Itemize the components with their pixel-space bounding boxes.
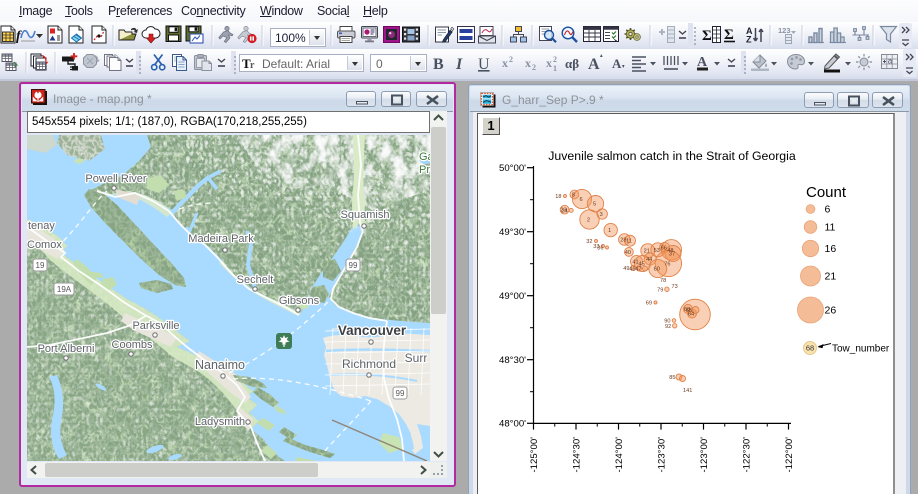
svg-text:x: x: [525, 56, 531, 70]
svg-text:2: 2: [553, 55, 557, 64]
svg-text:78: 78: [660, 278, 666, 284]
svg-text:47: 47: [635, 267, 641, 273]
svg-text:Port Alberni: Port Alberni: [38, 343, 95, 355]
svg-text:Pro: Pro: [419, 164, 430, 176]
svg-text:Gibsons: Gibsons: [279, 295, 320, 307]
svg-text:-124°30': -124°30': [571, 437, 582, 473]
svg-text:53: 53: [654, 248, 660, 254]
svg-text:Powell River: Powell River: [85, 173, 146, 185]
svg-text:-124°00': -124°00': [614, 437, 625, 473]
svg-text:Parksville: Parksville: [132, 320, 179, 332]
svg-text:Ga: Ga: [419, 151, 430, 163]
svg-text:Vancouver: Vancouver: [338, 323, 407, 338]
svg-text:48°00': 48°00': [499, 419, 526, 430]
svg-text:Sechelt: Sechelt: [237, 274, 274, 286]
svg-text:Coombs: Coombs: [112, 339, 153, 351]
svg-text:Ladysmith: Ladysmith: [195, 416, 245, 428]
svg-text:-123°00': -123°00': [699, 437, 710, 473]
svg-text:37: 37: [669, 252, 675, 258]
svg-text:99: 99: [396, 389, 405, 398]
svg-text:B: B: [433, 56, 444, 73]
svg-text:3: 3: [600, 212, 603, 218]
svg-text:66: 66: [661, 245, 667, 251]
svg-text:U: U: [478, 56, 490, 73]
svg-text:Madeira Park: Madeira Park: [188, 233, 254, 245]
svg-text:69: 69: [646, 301, 652, 307]
svg-text:1: 1: [553, 64, 557, 73]
svg-text:36: 36: [597, 246, 603, 252]
svg-text:18: 18: [555, 194, 561, 200]
svg-text:r: r: [250, 60, 255, 71]
svg-text:2: 2: [587, 218, 590, 224]
svg-text:αβ: αβ: [565, 56, 579, 71]
svg-text:2: 2: [532, 63, 536, 72]
svg-text:44: 44: [646, 257, 652, 263]
svg-text:Σ: Σ: [702, 28, 712, 44]
svg-text:1: 1: [608, 228, 611, 234]
svg-text:123: 123: [778, 26, 791, 35]
svg-text:50°00': 50°00': [499, 163, 526, 174]
svg-text:Tow_number: Tow_number: [832, 344, 890, 355]
svg-text:32: 32: [586, 239, 592, 245]
svg-text:-122°30': -122°30': [741, 437, 752, 473]
svg-text:Surr: Surr: [405, 351, 428, 365]
svg-text:85: 85: [669, 375, 675, 381]
svg-text:21: 21: [825, 271, 837, 283]
svg-text:Comox: Comox: [27, 239, 62, 251]
svg-text:76: 76: [664, 262, 670, 268]
svg-text:Nanaimo: Nanaimo: [195, 358, 245, 372]
svg-text:A: A: [612, 56, 622, 71]
svg-text:40: 40: [625, 250, 631, 256]
svg-text:Σ: Σ: [724, 27, 734, 43]
svg-text:-123°30': -123°30': [656, 437, 667, 473]
svg-text:68: 68: [806, 344, 814, 353]
svg-text:99: 99: [349, 261, 358, 270]
svg-text:x: x: [502, 56, 508, 70]
svg-text:16: 16: [825, 243, 837, 255]
svg-text:49°30': 49°30': [499, 227, 526, 238]
svg-text:A: A: [588, 56, 600, 73]
svg-text:73: 73: [672, 284, 678, 290]
svg-text:Juvenile salmon catch in the S: Juvenile salmon catch in the Strait of G…: [548, 149, 796, 163]
svg-text:11: 11: [825, 222, 836, 234]
svg-text:tenay: tenay: [28, 220, 55, 232]
svg-text:49°00': 49°00': [499, 291, 526, 302]
svg-text:I: I: [455, 56, 463, 73]
svg-text:Count: Count: [806, 184, 847, 201]
svg-text:26: 26: [825, 305, 837, 317]
svg-text:Z: Z: [746, 35, 752, 45]
svg-text:24: 24: [561, 208, 567, 214]
svg-text:Squamish: Squamish: [341, 209, 390, 221]
svg-text:141: 141: [683, 388, 692, 394]
svg-text:11: 11: [626, 239, 632, 245]
svg-text:60: 60: [654, 267, 660, 273]
svg-text:-125°00': -125°00': [529, 437, 540, 473]
svg-text:5: 5: [593, 202, 596, 208]
svg-text:x: x: [546, 56, 552, 70]
svg-text:21: 21: [644, 249, 650, 255]
svg-text:8: 8: [572, 193, 575, 199]
svg-text:Richmond: Richmond: [342, 357, 396, 371]
svg-text:19: 19: [36, 261, 45, 270]
svg-text:2: 2: [509, 55, 513, 64]
svg-text:19A: 19A: [57, 285, 72, 294]
svg-text:6: 6: [825, 204, 831, 216]
svg-text:92: 92: [665, 324, 671, 330]
svg-text:a: a: [888, 57, 893, 66]
svg-text:65: 65: [686, 308, 692, 314]
svg-text:6: 6: [579, 197, 582, 203]
svg-text:79: 79: [657, 287, 663, 293]
svg-text:-122°00': -122°00': [784, 437, 795, 473]
svg-text:48°30': 48°30': [499, 355, 526, 366]
